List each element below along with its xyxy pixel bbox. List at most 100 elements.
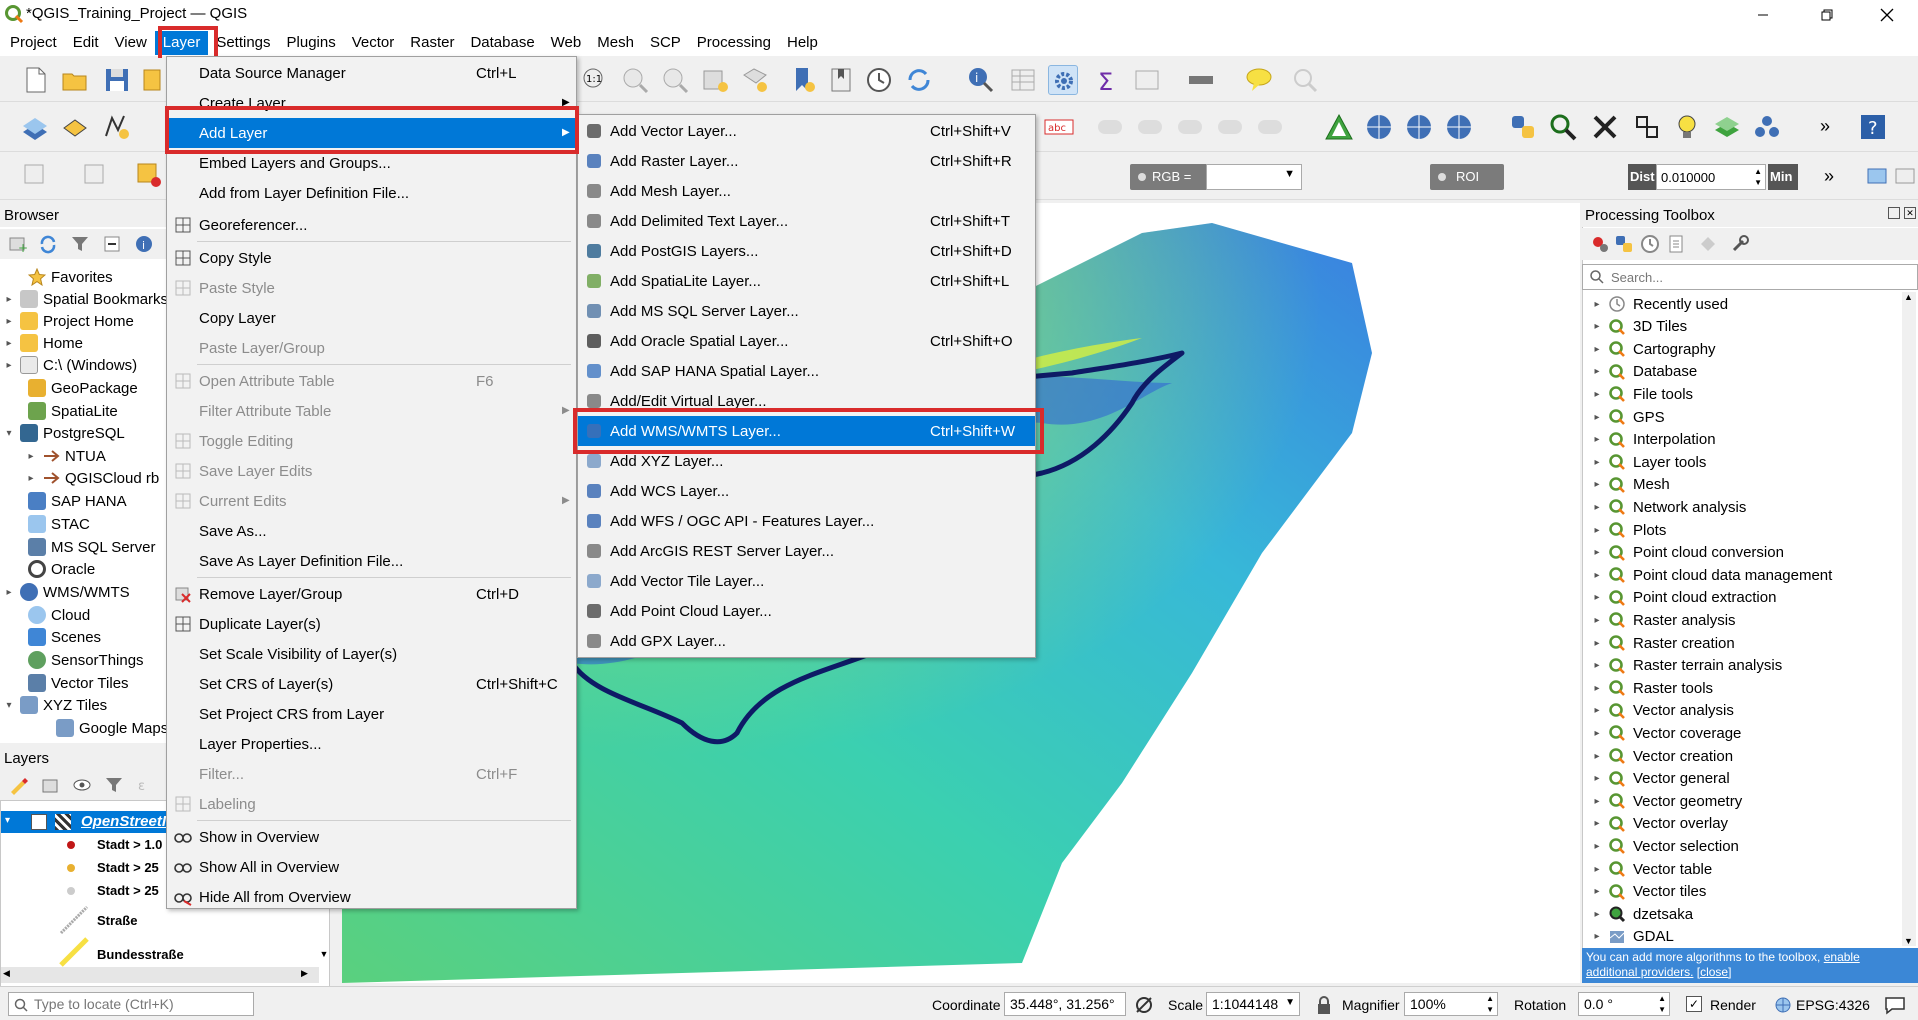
menu-view[interactable]: View <box>107 31 155 55</box>
layer-visibility-checkbox[interactable] <box>31 814 47 830</box>
processing-group-vector-general[interactable]: ▸ Vector general <box>1582 768 1729 790</box>
new-project-icon[interactable] <box>20 65 50 95</box>
collapse-all-icon[interactable] <box>102 234 122 254</box>
menu-database[interactable]: Database <box>462 31 542 55</box>
options-wrench-icon[interactable] <box>1730 234 1750 254</box>
python-console-icon[interactable] <box>1508 112 1538 142</box>
menu-project[interactable]: Project <box>2 31 65 55</box>
expand-arrow-icon[interactable]: ▸ <box>1586 638 1608 649</box>
processing-group-recently-used[interactable]: ▸ Recently used <box>1582 293 1728 315</box>
layer-menu-item-data-source-manager[interactable]: Data Source Manager Ctrl+L <box>167 58 576 88</box>
layer-menu-item-copy-layer[interactable]: Copy Layer <box>167 303 576 333</box>
tree-arrow[interactable]: ▸ <box>2 587 16 598</box>
expand-arrow[interactable]: ▾ <box>5 815 10 826</box>
submenu-item-add-ms-sql-server-layer[interactable]: Add MS SQL Server Layer... <box>578 296 1035 326</box>
browser-item-home[interactable]: ▸ Home <box>2 332 83 354</box>
processing-search-input[interactable]: Search... <box>1582 264 1918 290</box>
processing-group-raster-analysis[interactable]: ▸ Raster analysis <box>1582 609 1735 631</box>
layer-menu-item-create-layer[interactable]: Create Layer ▶ <box>167 88 576 118</box>
new-bookmark-icon[interactable] <box>700 65 730 95</box>
expand-arrow-icon[interactable]: ▸ <box>1586 412 1608 423</box>
lightbulb-icon[interactable] <box>1672 112 1702 142</box>
dock-icon-2[interactable] <box>1894 166 1916 186</box>
menu-scp[interactable]: SCP <box>642 31 689 55</box>
processing-group-file-tools[interactable]: ▸ File tools <box>1582 383 1693 405</box>
expand-arrow-icon[interactable]: ▸ <box>1586 886 1608 897</box>
new-map-view-icon[interactable] <box>1132 65 1162 95</box>
scroll-left-icon[interactable]: ◀ <box>3 968 10 979</box>
expand-arrow-icon[interactable]: ▸ <box>1586 570 1608 581</box>
add-group-icon[interactable] <box>40 775 60 795</box>
layer-menu-item-duplicate-layer-s[interactable]: Duplicate Layer(s) <box>167 609 576 639</box>
tools-icon[interactable] <box>1590 112 1620 142</box>
browser-item-postgresql[interactable]: ▾ PostgreSQL <box>2 422 125 444</box>
processing-group-gdal[interactable]: ▸ GDAL <box>1582 926 1673 948</box>
crs-label[interactable]: EPSG:4326 <box>1796 997 1870 1013</box>
tree-arrow[interactable]: ▸ <box>24 473 38 484</box>
expand-arrow-icon[interactable]: ▸ <box>1586 683 1608 694</box>
layer-menu-item-save-as[interactable]: Save As... <box>167 516 576 546</box>
submenu-item-add-postgis-layers[interactable]: Add PostGIS Layers... Ctrl+Shift+D <box>578 236 1035 266</box>
zoom-next-icon[interactable] <box>660 65 690 95</box>
expand-arrow-icon[interactable]: ▸ <box>1586 796 1608 807</box>
messages-icon[interactable] <box>1884 995 1906 1015</box>
expand-arrow-icon[interactable]: ▸ <box>1586 366 1608 377</box>
rgb-select[interactable]: ▼ <box>1206 164 1302 190</box>
browser-item-scenes[interactable]: Scenes <box>10 626 101 648</box>
browser-item-spatial-bookmarks[interactable]: ▸ Spatial Bookmarks <box>2 288 168 310</box>
layer-menu-item-set-project-crs-from-layer[interactable]: Set Project CRS from Layer <box>167 699 576 729</box>
submenu-item-add-xyz-layer[interactable]: Add XYZ Layer... <box>578 446 1035 476</box>
wms-globe-icon[interactable] <box>1364 112 1394 142</box>
spatialite-icon[interactable] <box>60 112 90 142</box>
show-bookmarks-icon[interactable] <box>740 65 770 95</box>
expand-arrow-icon[interactable]: ▸ <box>1586 864 1608 875</box>
expand-arrow-icon[interactable]: ▸ <box>1586 547 1608 558</box>
refresh-icon[interactable] <box>904 65 934 95</box>
spin-arrows-icon[interactable]: ▲ ▼ <box>1658 993 1666 1015</box>
scp-tool-icon[interactable] <box>1632 112 1662 142</box>
chevron-down-icon[interactable]: ▼ <box>1285 997 1295 1008</box>
roi-button[interactable]: ROI <box>1430 164 1504 190</box>
zoom-last-icon[interactable] <box>620 65 650 95</box>
processing-group-vector-coverage[interactable]: ▸ Vector coverage <box>1582 722 1741 744</box>
submenu-item-add-mesh-layer[interactable]: Add Mesh Layer... <box>578 176 1035 206</box>
toolbar-overflow-icon[interactable]: » <box>1820 116 1830 137</box>
scroll-right-icon[interactable]: ▶ <box>301 968 308 979</box>
processing-group-point-cloud-conversion[interactable]: ▸ Point cloud conversion <box>1582 542 1783 564</box>
processing-group-gps[interactable]: ▸ GPS <box>1582 406 1664 428</box>
browser-item-vector-tiles[interactable]: Vector Tiles <box>10 672 129 694</box>
scroll-down-icon[interactable]: ▼ <box>1904 936 1913 946</box>
label-rotate-icon[interactable] <box>1216 112 1246 142</box>
processing-group-network-analysis[interactable]: ▸ Network analysis <box>1582 496 1746 518</box>
zoom-tool-icon[interactable] <box>1290 65 1320 95</box>
dist-input[interactable]: 0.010000 ▲ ▼ <box>1656 164 1766 190</box>
float-panel-icon[interactable] <box>1888 207 1900 219</box>
processing-group-vector-overlay[interactable]: ▸ Vector overlay <box>1582 813 1728 835</box>
temporal-controller-icon[interactable] <box>864 65 894 95</box>
spin-arrows-icon[interactable]: ▲ ▼ <box>1486 993 1494 1015</box>
python-scripts-icon[interactable] <box>1614 234 1634 254</box>
expand-arrow-icon[interactable]: ▸ <box>1586 841 1608 852</box>
rotation-field[interactable]: 0.0 ° ▲ ▼ <box>1578 992 1670 1016</box>
expand-arrow-icon[interactable]: ▸ <box>1586 479 1608 490</box>
spatial-bookmark-icon[interactable] <box>788 65 818 95</box>
scale-field[interactable]: 1:1044148 ▼ <box>1206 992 1300 1016</box>
minimize-icon[interactable] <box>1740 0 1786 30</box>
layer-menu-item-embed-layers-and-groups[interactable]: Embed Layers and Groups... <box>167 148 576 178</box>
processing-group-raster-terrain-analysis[interactable]: ▸ Raster terrain analysis <box>1582 655 1782 677</box>
search-icon[interactable] <box>1548 112 1578 142</box>
menu-mesh[interactable]: Mesh <box>589 31 642 55</box>
open-project-icon[interactable] <box>60 65 90 95</box>
browser-item-sap-hana[interactable]: SAP HANA <box>10 490 127 512</box>
scroll-down-icon[interactable]: ▼ <box>317 949 331 963</box>
label-icon[interactable]: abc <box>1044 116 1074 146</box>
expand-arrow-icon[interactable]: ▸ <box>1586 728 1608 739</box>
layer-menu-item-copy-style[interactable]: Copy Style <box>167 243 576 273</box>
browser-item-project-home[interactable]: ▸ Project Home <box>2 310 134 332</box>
results-viewer-icon[interactable] <box>1666 234 1686 254</box>
filter-legend-icon[interactable] <box>104 775 124 795</box>
models-gear-icon[interactable] <box>1590 234 1610 254</box>
submenu-item-add-delimited-text-layer[interactable]: Add Delimited Text Layer... Ctrl+Shift+T <box>578 206 1035 236</box>
menu-processing[interactable]: Processing <box>689 31 779 55</box>
expand-arrow-icon[interactable]: ▸ <box>1586 525 1608 536</box>
